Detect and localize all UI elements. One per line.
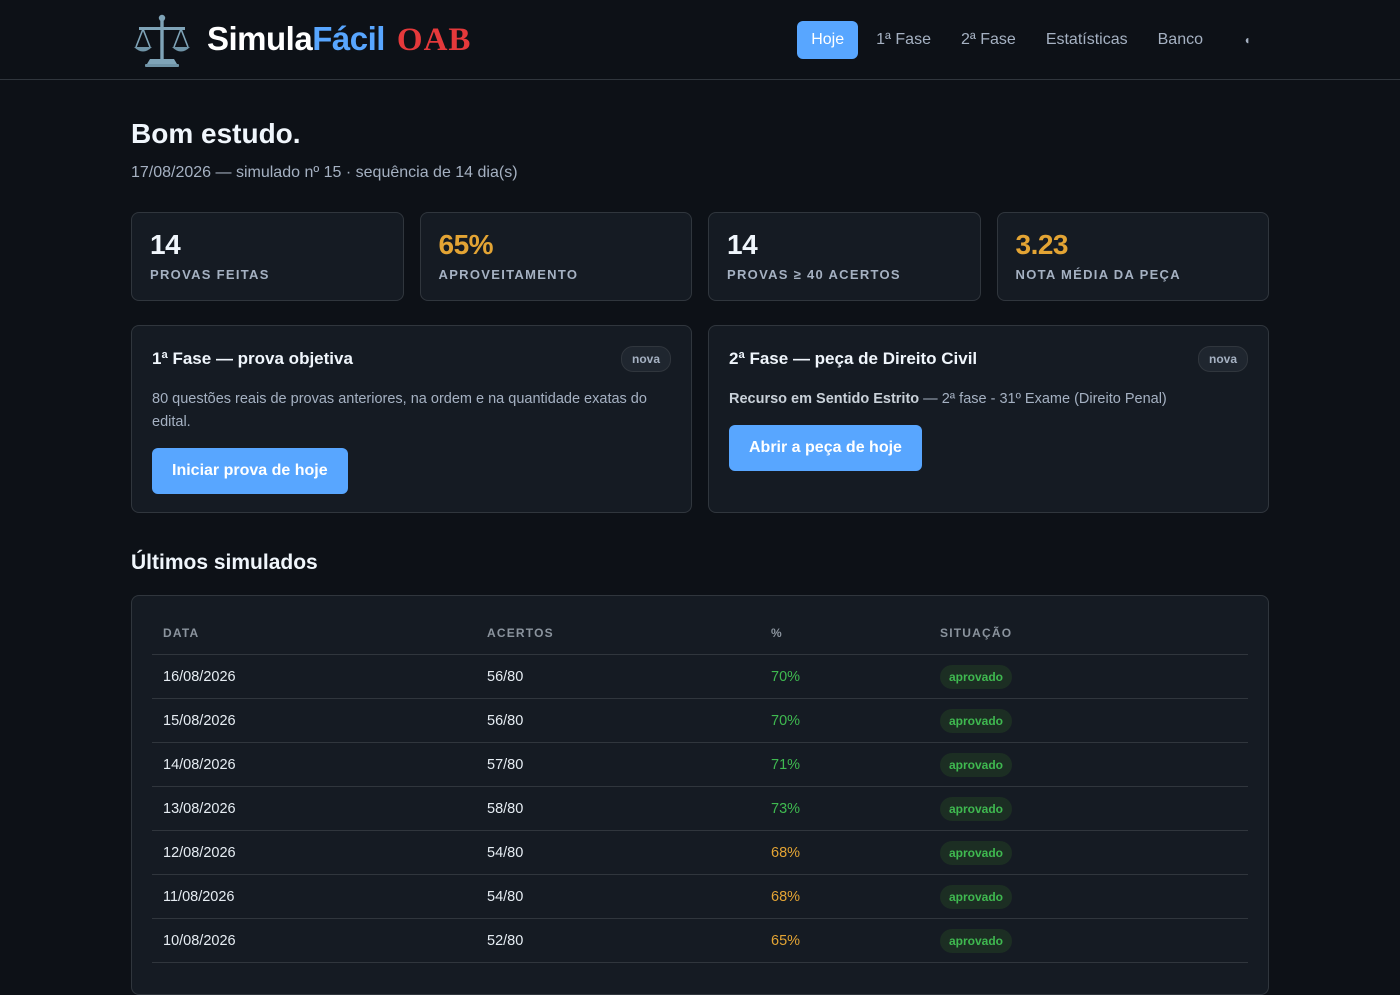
cell-pct: 70% — [760, 654, 929, 699]
cell-status: aprovado — [929, 654, 1248, 699]
cell-acertos: 56/80 — [476, 654, 760, 699]
stat-provas-feitas: 14 Provas feitas — [131, 212, 404, 301]
history-table-card: Data Acertos % Situação 16/08/2026 56/80… — [131, 595, 1269, 995]
scales-of-justice-icon — [134, 14, 190, 67]
cell-date: 13/08/2026 — [152, 786, 476, 831]
stat-label: Nota média da peça — [1015, 267, 1181, 282]
start-exam-button[interactable]: Iniciar prova de hoje — [152, 448, 348, 494]
stat-provas-40-acertos: 14 Provas ≥ 40 acertos — [708, 212, 981, 301]
cell-status: aprovado — [929, 698, 1248, 743]
cell-date: 14/08/2026 — [152, 742, 476, 787]
column-header-acertos: Acertos — [476, 614, 760, 655]
cell-date: 15/08/2026 — [152, 698, 476, 743]
card-fase1: 1ª Fase — prova objetiva nova 80 questõe… — [131, 325, 692, 513]
page-title: Bom estudo. — [131, 118, 301, 149]
cell-pct: 70% — [760, 698, 929, 743]
table-header-row: Data Acertos % Situação — [152, 614, 1248, 655]
status-badge: aprovado — [940, 884, 1013, 909]
nav-item-estatisticas[interactable]: Estatísticas — [1034, 21, 1140, 59]
theme-toggle-icon[interactable]: ◖ — [1235, 33, 1259, 47]
new-badge: nova — [1197, 346, 1248, 372]
card-description: 80 questões reais de provas anteriores, … — [152, 391, 647, 430]
cell-acertos: 54/80 — [476, 830, 760, 875]
table-row[interactable]: 16/08/2026 56/80 70% aprovado — [152, 654, 1248, 699]
stats-row: 14 Provas feitas 65% Aproveitamento 14 P… — [131, 212, 1269, 301]
new-badge: nova — [620, 346, 671, 372]
cell-date: 12/08/2026 — [152, 830, 476, 875]
open-peca-button[interactable]: Abrir a peça de hoje — [729, 425, 922, 471]
status-badge: aprovado — [940, 664, 1013, 689]
card-title: 2ª Fase — peça de Direito Civil — [729, 349, 978, 368]
stat-value: 14 — [150, 229, 181, 260]
table-row[interactable]: 15/08/2026 56/80 70% aprovado — [152, 698, 1248, 743]
history-table: Data Acertos % Situação 16/08/2026 56/80… — [152, 614, 1248, 963]
nav-item-1a-fase[interactable]: 1ª Fase — [864, 21, 943, 59]
brand-name: SimulaFácil OAB — [207, 20, 471, 59]
history-title: Últimos simulados — [131, 551, 318, 574]
cell-acertos: 57/80 — [476, 742, 760, 787]
brand-part-oab: OAB — [396, 22, 472, 58]
status-badge: aprovado — [940, 840, 1013, 865]
cell-acertos: 54/80 — [476, 874, 760, 919]
peca-details: — 2ª fase - 31º Exame (Direito Penal) — [919, 391, 1167, 407]
main-content: Bom estudo. 17/08/2026 — simulado nº 15 … — [0, 118, 1400, 995]
nav-item-2a-fase[interactable]: 2ª Fase — [949, 21, 1028, 59]
cell-date: 11/08/2026 — [152, 874, 476, 919]
card-title: 1ª Fase — prova objetiva — [152, 349, 353, 368]
cell-acertos: 58/80 — [476, 786, 760, 831]
status-badge: aprovado — [940, 796, 1013, 821]
table-row[interactable]: 14/08/2026 57/80 71% aprovado — [152, 742, 1248, 787]
cell-status: aprovado — [929, 918, 1248, 963]
cell-pct: 65% — [760, 918, 929, 963]
table-row[interactable]: 13/08/2026 58/80 73% aprovado — [152, 786, 1248, 831]
app-header: SimulaFácil OAB Hoje 1ª Fase 2ª Fase Esta… — [0, 0, 1400, 80]
cell-pct: 68% — [760, 874, 929, 919]
brand-part-facil: Fácil — [312, 20, 385, 57]
status-badge: aprovado — [940, 752, 1013, 777]
cell-date: 10/08/2026 — [152, 918, 476, 963]
stat-label: Provas feitas — [150, 267, 270, 282]
peca-name: Recurso em Sentido Estrito — [729, 391, 920, 407]
table-row[interactable]: 12/08/2026 54/80 68% aprovado — [152, 830, 1248, 875]
cell-acertos: 56/80 — [476, 698, 760, 743]
main-nav: Hoje 1ª Fase 2ª Fase Estatísticas Banco … — [797, 20, 1259, 59]
cell-pct: 73% — [760, 786, 929, 831]
stat-value: 3.23 — [1015, 229, 1069, 260]
cell-date: 16/08/2026 — [152, 654, 476, 699]
cell-status: aprovado — [929, 786, 1248, 831]
cell-pct: 68% — [760, 830, 929, 875]
page-subtitle: 17/08/2026 — simulado nº 15 · sequência … — [131, 164, 518, 181]
nav-item-hoje[interactable]: Hoje — [797, 20, 859, 59]
stat-label: Aproveitamento — [438, 267, 579, 282]
card-header: 2ª Fase — peça de Direito Civil nova — [729, 346, 1248, 372]
table-row[interactable]: 11/08/2026 54/80 68% aprovado — [152, 874, 1248, 919]
column-header-situacao: Situação — [929, 614, 1248, 655]
cell-acertos: 52/80 — [476, 918, 760, 963]
stat-value: 14 — [727, 229, 758, 260]
cell-status: aprovado — [929, 874, 1248, 919]
brand-part-simula: Simula — [207, 20, 313, 57]
table-row[interactable]: 10/08/2026 52/80 65% aprovado — [152, 918, 1248, 963]
status-badge: aprovado — [940, 708, 1013, 733]
cell-status: aprovado — [929, 830, 1248, 875]
stat-label: Provas ≥ 40 acertos — [727, 267, 901, 282]
column-header-pct: % — [760, 614, 929, 655]
nav-item-banco[interactable]: Banco — [1146, 21, 1215, 59]
card-fase2: 2ª Fase — peça de Direito Civil nova Rec… — [708, 325, 1269, 513]
exam-cards: 1ª Fase — prova objetiva nova 80 questõe… — [131, 325, 1269, 513]
stat-nota-media-peca: 3.23 Nota média da peça — [996, 212, 1269, 301]
card-header: 1ª Fase — prova objetiva nova — [152, 346, 671, 372]
cell-pct: 71% — [760, 742, 929, 787]
stat-value: 65% — [438, 229, 494, 260]
stat-aproveitamento: 65% Aproveitamento — [419, 212, 692, 301]
cell-status: aprovado — [929, 742, 1248, 787]
card-description: Recurso em Sentido Estrito — 2ª fase - 3… — [729, 388, 1248, 411]
column-header-data: Data — [152, 614, 476, 655]
status-badge: aprovado — [940, 928, 1013, 953]
brand[interactable]: SimulaFácil OAB — [131, 9, 471, 71]
